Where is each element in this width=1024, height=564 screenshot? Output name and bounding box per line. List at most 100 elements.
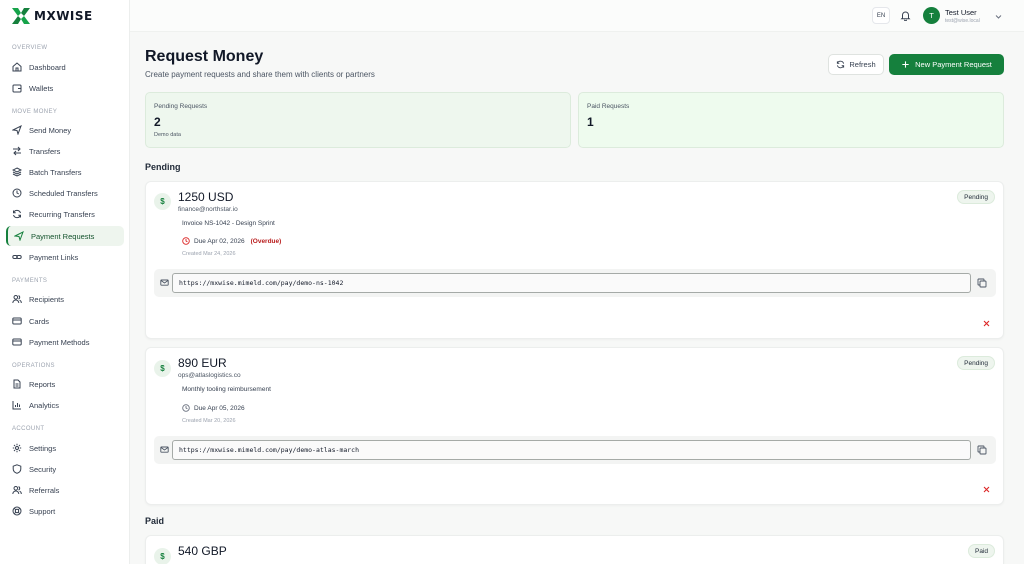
sidebar-item-analytics[interactable]: Analytics (6, 395, 124, 415)
sidebar-item-label: Dashboard (29, 62, 66, 72)
dollar-icon: $ (154, 548, 171, 564)
due-row: Due Apr 05, 2026 (182, 404, 245, 412)
sidebar-item-recipients[interactable]: Recipients (6, 289, 124, 309)
app-root: MXWISE OVERVIEW Dashboard Wallets MOVE M… (0, 0, 1024, 564)
sidebar-item-reports[interactable]: Reports (6, 374, 124, 394)
mail-icon (160, 279, 169, 286)
request-description: Monthly tooling reimbursement (182, 386, 271, 393)
card-icon (12, 338, 22, 346)
copy-icon[interactable] (977, 445, 987, 455)
stat-card-paid: Paid Requests 1 (578, 92, 1004, 148)
status-badge: Pending (957, 356, 995, 370)
link-icon (12, 255, 22, 259)
user-email: test@wise.local (945, 18, 980, 24)
sidebar-item-wallets[interactable]: Wallets (6, 78, 124, 98)
stat-value: 1 (587, 115, 594, 129)
plus-icon (902, 61, 909, 68)
sidebar-item-payment-requests[interactable]: Payment Requests (6, 226, 124, 246)
logo-mark-icon (12, 8, 30, 24)
due-date: Due Apr 02, 2026 (194, 237, 245, 245)
mail-icon (160, 446, 169, 453)
created-date: Created Mar 20, 2026 (182, 418, 236, 424)
stat-card-pending: Pending Requests 2 Demo data (145, 92, 571, 148)
sidebar-item-payment-links[interactable]: Payment Links (6, 247, 124, 267)
section-label-account: ACCOUNT (12, 426, 45, 432)
sidebar-item-settings[interactable]: Settings (6, 438, 124, 458)
group-title-paid: Paid (145, 516, 165, 526)
brand-name: MXWISE (34, 9, 93, 23)
stat-note: Demo data (154, 132, 181, 138)
sidebar-item-security[interactable]: Security (6, 459, 124, 479)
request-amount: 1250 USD (178, 190, 234, 204)
user-name[interactable]: Test User (945, 8, 977, 17)
topbar: EN T Test User test@wise.local (130, 0, 1024, 32)
bell-icon[interactable] (900, 10, 911, 21)
section-label-move-money: MOVE MONEY (12, 109, 58, 115)
payment-link-input[interactable]: https://mxwise.mimeld.com/pay/demo-ns-10… (172, 273, 971, 293)
stat-value: 2 (154, 115, 161, 129)
brand-logo[interactable]: MXWISE (12, 6, 93, 26)
refresh-button[interactable]: Refresh (828, 54, 884, 75)
shield-icon (12, 464, 22, 474)
section-label-operations: OPERATIONS (12, 363, 55, 369)
home-icon (12, 62, 22, 72)
created-date: Created Mar 24, 2026 (182, 251, 236, 257)
close-icon[interactable] (982, 485, 991, 494)
sidebar-item-label: Cards (29, 316, 50, 326)
close-icon[interactable] (982, 319, 991, 328)
refresh-icon (837, 60, 845, 69)
clock-icon (182, 404, 190, 412)
status-badge: Paid (967, 544, 995, 558)
repeat-icon (13, 209, 21, 219)
sidebar-item-label: Recipients (29, 294, 65, 304)
sidebar: MXWISE OVERVIEW Dashboard Wallets MOVE M… (0, 0, 130, 564)
page-subtitle: Create payment requests and share them w… (145, 70, 375, 79)
chevron-down-icon[interactable] (995, 13, 1002, 20)
status-badge: Pending (957, 190, 995, 204)
language-button[interactable]: EN (872, 7, 890, 24)
avatar[interactable]: T (923, 7, 940, 24)
due-date: Due Apr 05, 2026 (194, 404, 245, 412)
wallet-icon (12, 84, 22, 93)
new-payment-request-button[interactable]: New Payment Request (889, 54, 1004, 75)
request-amount: 890 EUR (178, 356, 227, 370)
clock-icon (12, 188, 22, 198)
request-card: $ 540 GBP Paid (145, 535, 1004, 564)
section-label-overview: OVERVIEW (12, 45, 48, 51)
support-icon (12, 506, 22, 516)
sidebar-item-label: Support (29, 506, 56, 516)
sidebar-item-cards[interactable]: Cards (6, 311, 124, 331)
transfer-icon (13, 146, 21, 156)
sidebar-item-recurring-transfers[interactable]: Recurring Transfers (6, 204, 124, 224)
sidebar-item-referrals[interactable]: Referrals (6, 480, 124, 500)
group-title-pending: Pending (145, 162, 181, 172)
request-description: Invoice NS-1042 - Design Sprint (182, 220, 275, 227)
request-card: $ 1250 USD finance@northstar.io Invoice … (145, 181, 1004, 339)
payment-link-input[interactable]: https://mxwise.mimeld.com/pay/demo-atlas… (172, 440, 971, 460)
sidebar-item-label: Security (29, 464, 57, 474)
gear-icon (12, 443, 22, 453)
sidebar-item-transfers[interactable]: Transfers (6, 141, 124, 161)
payment-link-box: https://mxwise.mimeld.com/pay/demo-atlas… (154, 436, 996, 464)
sidebar-item-label: Send Money (29, 125, 72, 135)
sidebar-item-label: Recurring Transfers (29, 209, 95, 219)
stat-label: Pending Requests (154, 103, 208, 110)
sidebar-item-label: Settings (29, 443, 57, 453)
sidebar-item-dashboard[interactable]: Dashboard (6, 57, 124, 77)
due-row: Due Apr 02, 2026 (Overdue) (182, 237, 281, 245)
card-icon (12, 317, 22, 325)
sidebar-item-batch-transfers[interactable]: Batch Transfers (6, 162, 124, 182)
send-icon (12, 125, 22, 135)
sidebar-item-scheduled-transfers[interactable]: Scheduled Transfers (6, 183, 124, 203)
sidebar-item-send-money[interactable]: Send Money (6, 120, 124, 140)
sidebar-item-payment-methods[interactable]: Payment Methods (6, 332, 124, 352)
request-amount: 540 GBP (178, 544, 227, 558)
sidebar-item-label: Referrals (29, 485, 60, 495)
sidebar-item-support[interactable]: Support (6, 501, 124, 521)
copy-icon[interactable] (977, 278, 987, 288)
send-icon (14, 231, 24, 241)
sidebar-item-label: Analytics (29, 400, 60, 410)
layers-icon (12, 167, 22, 177)
sidebar-item-label: Wallets (29, 83, 54, 93)
page-title: Request Money (145, 48, 264, 65)
